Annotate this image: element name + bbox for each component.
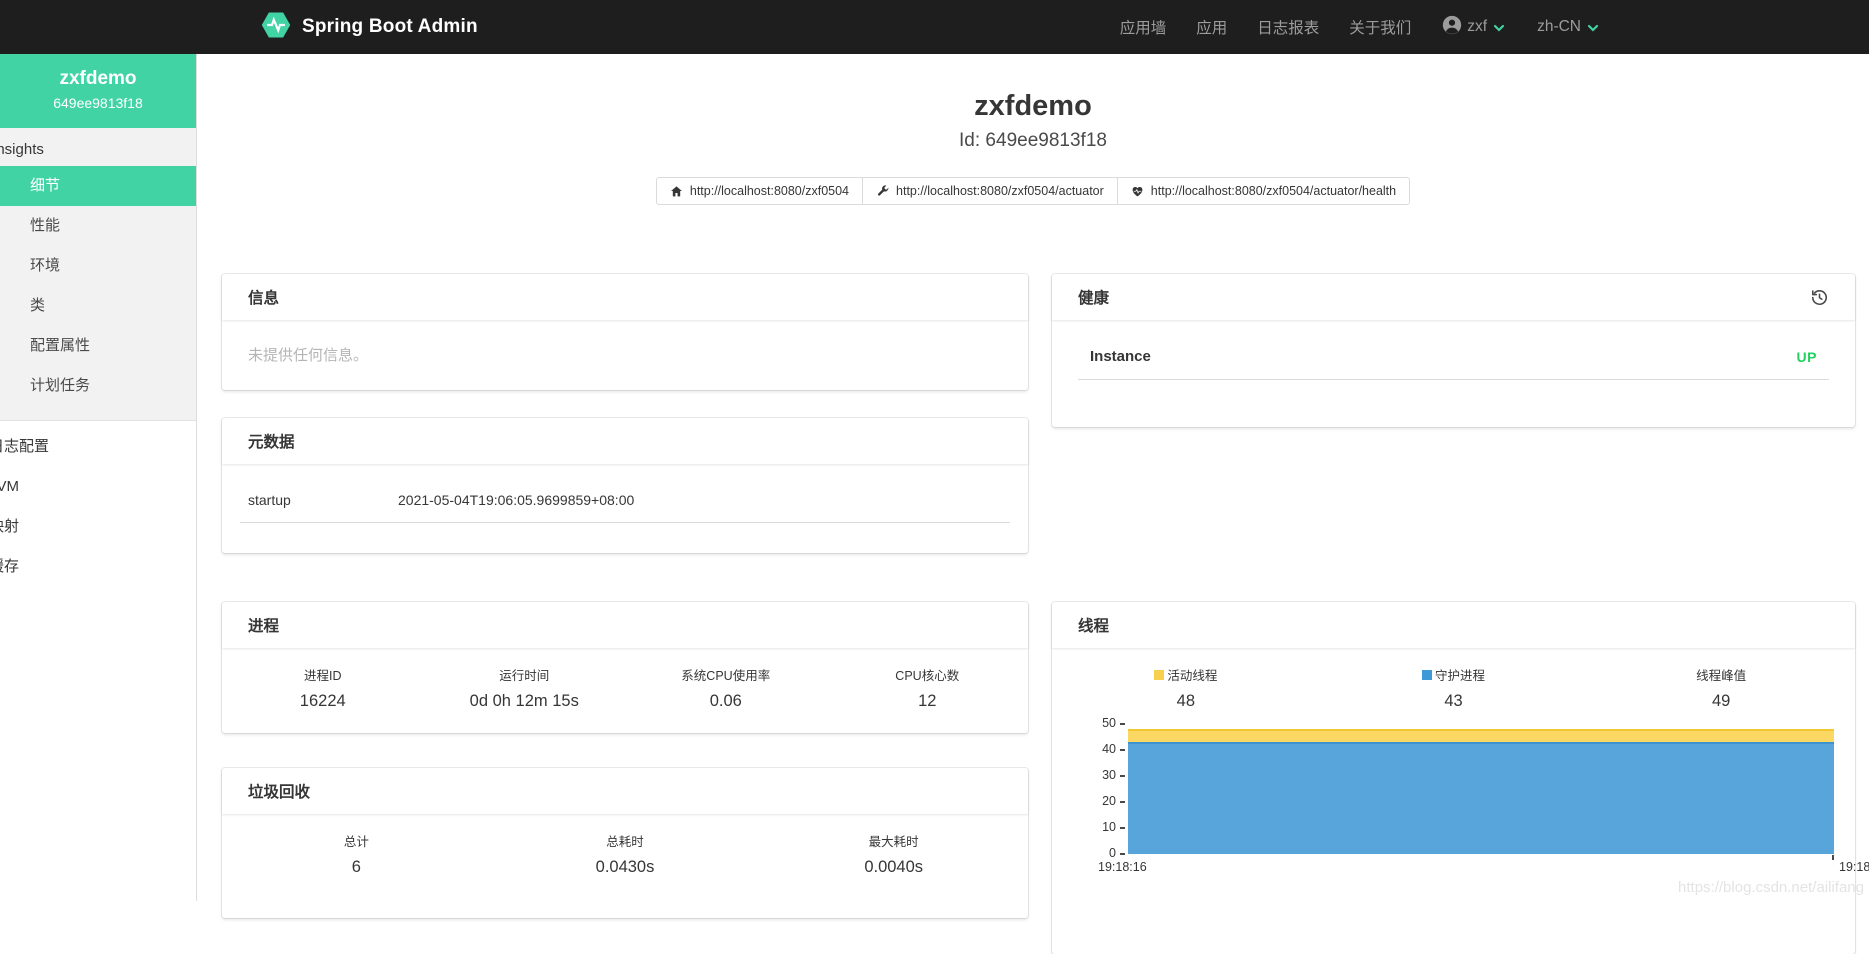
health-instance-label: Instance bbox=[1090, 348, 1151, 365]
process-stat-uptime: 运行时间 0d 0h 12m 15s bbox=[424, 665, 626, 711]
spring-boot-admin-logo-icon bbox=[260, 9, 292, 46]
sidebar-app-banner: zxfdemo 649ee9813f18 bbox=[0, 54, 196, 128]
sidebar-group-insights: insights bbox=[0, 134, 196, 166]
y-axis-tick: 30 bbox=[1080, 768, 1116, 782]
gc-stat-count: 总计 6 bbox=[222, 831, 491, 877]
page-instance-id: Id: 649ee9813f18 bbox=[197, 130, 1869, 152]
process-card-title: 进程 bbox=[222, 602, 1028, 648]
sidebar-bottom-groups: 日志配置 JVM 映射 缓存 bbox=[0, 421, 196, 587]
threads-card: 线程 活动线程 48 守护进程 43 线程峰值 49 bbox=[1052, 602, 1855, 954]
sidebar-group-mappings[interactable]: 映射 bbox=[0, 507, 196, 547]
metadata-row: startup 2021-05-04T19:06:05.9699859+08:0… bbox=[240, 482, 1010, 523]
chevron-down-icon bbox=[1491, 20, 1507, 36]
sidebar-app-id: 649ee9813f18 bbox=[0, 95, 196, 111]
process-stat-cpu-cores: CPU核心数 12 bbox=[827, 665, 1029, 711]
actuator-url-button[interactable]: http://localhost:8080/zxf0504/actuator bbox=[862, 177, 1118, 205]
info-card-title: 信息 bbox=[222, 274, 1028, 320]
nav-link-journal[interactable]: 日志报表 bbox=[1257, 16, 1319, 38]
health-url: http://localhost:8080/zxf0504/actuator/h… bbox=[1151, 184, 1396, 198]
sidebar-insights-group: insights 细节 性能 环境 类 配置属性 计划任务 bbox=[0, 128, 196, 421]
home-icon bbox=[670, 185, 683, 198]
sidebar-item-environment[interactable]: 环境 bbox=[0, 246, 196, 286]
area-daemon-threads bbox=[1128, 742, 1834, 854]
x-axis-tick bbox=[1832, 855, 1834, 860]
threads-stat-peak: 线程峰值 49 bbox=[1587, 665, 1855, 711]
legend-square-daemon-threads bbox=[1422, 670, 1432, 680]
process-stat-pid: 进程ID 16224 bbox=[222, 665, 424, 711]
chevron-down-icon bbox=[1585, 20, 1601, 36]
locale-value: zh-CN bbox=[1537, 18, 1581, 36]
sidebar-item-metrics[interactable]: 性能 bbox=[0, 206, 196, 246]
heartbeat-icon bbox=[1131, 185, 1144, 198]
sidebar: zxfdemo 649ee9813f18 insights 细节 性能 环境 类… bbox=[0, 54, 197, 901]
gc-stat-total-time: 总耗时 0.0430s bbox=[491, 831, 760, 877]
sidebar-group-jvm[interactable]: JVM bbox=[0, 467, 196, 507]
gc-stat-max-time: 最大耗时 0.0040s bbox=[759, 831, 1028, 877]
info-card: 信息 未提供任何信息。 bbox=[222, 274, 1028, 390]
nav-link-about[interactable]: 关于我们 bbox=[1349, 16, 1411, 38]
brand-title: Spring Boot Admin bbox=[302, 16, 478, 38]
threads-stats: 活动线程 48 守护进程 43 线程峰值 49 bbox=[1052, 648, 1855, 711]
metadata-card-body: startup 2021-05-04T19:06:05.9699859+08:0… bbox=[222, 464, 1028, 523]
sidebar-app-name: zxfdemo bbox=[0, 68, 196, 90]
navbar-links: 应用墙 应用 日志报表 关于我们 zxf zh-CN bbox=[1120, 14, 1869, 41]
history-icon[interactable] bbox=[1810, 288, 1829, 307]
health-card: 健康 Instance UP bbox=[1052, 274, 1855, 427]
metadata-card: 元数据 startup 2021-05-04T19:06:05.9699859+… bbox=[222, 418, 1028, 553]
y-axis-tick: 50 bbox=[1080, 716, 1116, 730]
service-url-button[interactable]: http://localhost:8080/zxf0504 bbox=[656, 177, 863, 205]
gc-stats: 总计 6 总耗时 0.0430s 最大耗时 0.0040s bbox=[222, 814, 1028, 877]
metadata-value: 2021-05-04T19:06:05.9699859+08:00 bbox=[398, 492, 634, 508]
y-axis-tick: 0 bbox=[1080, 846, 1116, 860]
x-axis-label-start: 19:18:16 bbox=[1098, 860, 1147, 874]
process-card: 进程 进程ID 16224 运行时间 0d 0h 12m 15s 系统CPU使用… bbox=[222, 602, 1028, 733]
user-menu[interactable]: zxf bbox=[1441, 14, 1507, 41]
sidebar-item-scheduled-tasks[interactable]: 计划任务 bbox=[0, 366, 196, 406]
threads-stat-daemon: 守护进程 43 bbox=[1320, 665, 1588, 711]
sidebar-item-details[interactable]: 细节 bbox=[0, 166, 196, 206]
brand[interactable]: Spring Boot Admin bbox=[260, 9, 478, 46]
legend-square-live-threads bbox=[1154, 670, 1164, 680]
health-card-body: Instance UP bbox=[1052, 320, 1855, 380]
sidebar-group-loggers[interactable]: 日志配置 bbox=[0, 427, 196, 467]
metadata-key: startup bbox=[248, 492, 398, 508]
y-axis-tick: 40 bbox=[1080, 742, 1116, 756]
process-stats: 进程ID 16224 运行时间 0d 0h 12m 15s 系统CPU使用率 0… bbox=[222, 648, 1028, 711]
service-url: http://localhost:8080/zxf0504 bbox=[690, 184, 849, 198]
gc-card-title: 垃圾回收 bbox=[222, 768, 1028, 814]
wrench-icon bbox=[876, 185, 889, 198]
sidebar-item-config-props[interactable]: 配置属性 bbox=[0, 326, 196, 366]
info-empty-text: 未提供任何信息。 bbox=[222, 320, 1028, 389]
y-axis-tick: 20 bbox=[1080, 794, 1116, 808]
y-axis-tick: 10 bbox=[1080, 820, 1116, 834]
nav-link-applications[interactable]: 应用 bbox=[1196, 16, 1227, 38]
health-status-badge: UP bbox=[1797, 349, 1817, 365]
health-url-button[interactable]: http://localhost:8080/zxf0504/actuator/h… bbox=[1117, 177, 1410, 205]
instance-url-buttons: http://localhost:8080/zxf0504 http://loc… bbox=[197, 177, 1869, 205]
gc-card: 垃圾回收 总计 6 总耗时 0.0430s 最大耗时 0.0040s bbox=[222, 768, 1028, 918]
user-avatar-icon bbox=[1441, 14, 1463, 41]
sidebar-group-caches[interactable]: 缓存 bbox=[0, 547, 196, 587]
threads-chart-plot: 50 40 30 20 10 0 19:18:16 19:18 bbox=[1128, 724, 1834, 854]
x-axis-label-end: 19:18 bbox=[1839, 860, 1869, 874]
sidebar-item-classes[interactable]: 类 bbox=[0, 286, 196, 326]
actuator-url: http://localhost:8080/zxf0504/actuator bbox=[896, 184, 1104, 198]
metadata-card-title: 元数据 bbox=[222, 418, 1028, 464]
health-card-title: 健康 bbox=[1078, 286, 1109, 308]
main-content: zxfdemo Id: 649ee9813f18 http://localhos… bbox=[197, 54, 1869, 901]
threads-stat-live: 活动线程 48 bbox=[1052, 665, 1320, 711]
page-title: zxfdemo bbox=[197, 90, 1869, 123]
nav-link-wallboard[interactable]: 应用墙 bbox=[1120, 16, 1167, 38]
threads-card-title: 线程 bbox=[1052, 602, 1855, 648]
user-name: zxf bbox=[1467, 18, 1487, 36]
health-instance-row[interactable]: Instance UP bbox=[1078, 344, 1829, 380]
watermark-text: https://blog.csdn.net/ailifang bbox=[1678, 879, 1864, 896]
locale-select[interactable]: zh-CN bbox=[1537, 18, 1601, 36]
process-stat-cpu-usage: 系统CPU使用率 0.06 bbox=[625, 665, 827, 711]
top-navbar: Spring Boot Admin 应用墙 应用 日志报表 关于我们 zxf z… bbox=[0, 0, 1869, 54]
